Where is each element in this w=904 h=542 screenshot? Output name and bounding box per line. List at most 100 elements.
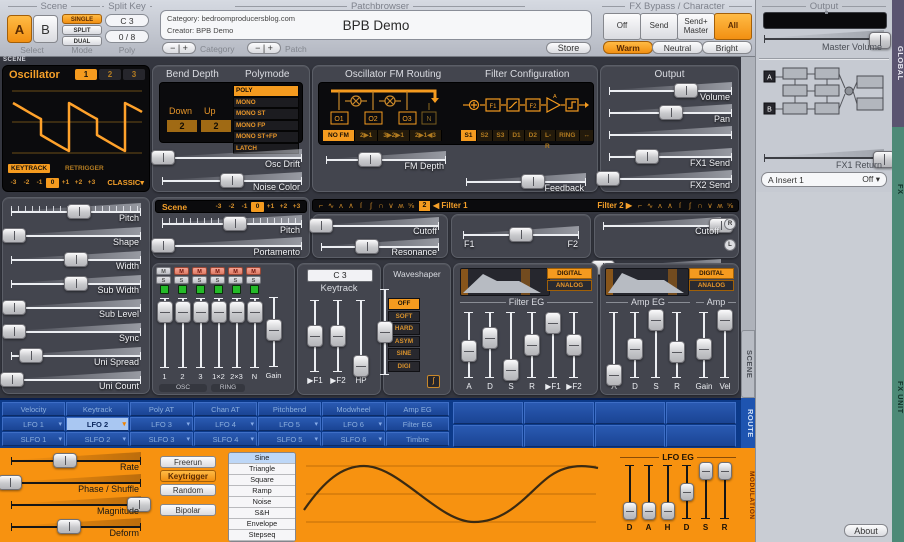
mod-source-cell[interactable]: Keytrack xyxy=(66,402,129,416)
edit-arrow-icon[interactable]: ▾ xyxy=(250,418,254,431)
slider-handle[interactable] xyxy=(717,462,732,480)
filter-type-icon[interactable]: ʍ xyxy=(715,199,725,212)
route-led[interactable] xyxy=(178,285,187,294)
mute-button[interactable]: M xyxy=(156,267,171,275)
lfo-eg-slider[interactable]: A xyxy=(641,462,656,532)
edit-arrow-icon[interactable]: ▾ xyxy=(122,418,126,431)
channel-level-slider[interactable] xyxy=(174,295,191,371)
filter-type-icon[interactable]: ⌐ xyxy=(635,199,645,212)
mod-source-cell[interactable]: Chan AT xyxy=(194,402,257,416)
slider-handle[interactable] xyxy=(698,462,713,480)
slider-handle[interactable] xyxy=(377,321,393,343)
slider-handle[interactable] xyxy=(355,239,380,254)
octave-cell[interactable]: -1 xyxy=(238,202,251,212)
edit-arrow-icon[interactable]: ▾ xyxy=(378,433,382,446)
slider-handle[interactable] xyxy=(0,475,23,490)
slider-handle[interactable] xyxy=(228,300,245,323)
solo-button[interactable]: S xyxy=(246,276,261,284)
param-slider[interactable]: Phase / Shuffle xyxy=(0,473,146,495)
eg-slider[interactable]: S xyxy=(502,309,520,391)
lfo-source-cell[interactable]: LFO 1 ▾ xyxy=(2,417,65,431)
lfo-source-cell[interactable]: Filter EG xyxy=(386,417,449,431)
channel-level-slider[interactable] xyxy=(192,295,209,371)
solo-button[interactable]: S xyxy=(156,276,171,284)
route-led[interactable] xyxy=(232,285,241,294)
lfo-shape-item[interactable]: Triangle xyxy=(229,464,295,475)
eg-slider[interactable]: ▶F2 xyxy=(565,309,583,391)
param-slider[interactable]: Resonance xyxy=(316,237,444,258)
mute-button[interactable]: M xyxy=(210,267,225,275)
slider-handle[interactable] xyxy=(223,216,247,231)
polymode-item[interactable]: MONO FP xyxy=(233,119,299,131)
mod-source-cell[interactable]: Amp EG xyxy=(386,402,449,416)
lfo-shape-item[interactable]: Noise xyxy=(229,497,295,508)
filter-type-icon[interactable]: ʃ xyxy=(685,199,695,212)
param-slider[interactable] xyxy=(604,125,737,147)
trigger-mode-button[interactable]: Random xyxy=(160,484,216,496)
param-slider[interactable]: FX2 Send xyxy=(595,169,737,191)
eg-slider[interactable]: A xyxy=(460,309,478,391)
param-slider[interactable]: Sub Level xyxy=(2,298,146,322)
category-prev-next-buttons[interactable]: − | + xyxy=(162,42,196,54)
eg-slider[interactable]: R xyxy=(668,309,686,391)
octave-cell[interactable]: -3 xyxy=(7,178,20,188)
slider-handle[interactable] xyxy=(210,300,227,323)
about-button[interactable]: About xyxy=(844,524,888,537)
slfo-source-cell[interactable]: SLFO 2 ▾ xyxy=(66,432,129,446)
slfo-source-cell[interactable]: Timbre xyxy=(386,432,449,446)
mute-button[interactable]: M xyxy=(192,267,207,275)
param-slider[interactable]: Noise Color xyxy=(157,171,307,194)
waveshaper-curve-icon[interactable]: ʃ xyxy=(427,375,440,388)
param-slider[interactable]: FX1 Send xyxy=(604,147,737,169)
filter-balance-slider[interactable] xyxy=(458,225,584,247)
polymode-item[interactable]: MONO ST+FP xyxy=(233,131,299,143)
mod-source-cell[interactable]: Pitchbend xyxy=(258,402,321,416)
slider-handle[interactable] xyxy=(595,171,620,186)
slider-handle[interactable] xyxy=(606,364,622,387)
slfo-source-cell[interactable]: SLFO 1 ▾ xyxy=(2,432,65,446)
octave-cell[interactable]: +2 xyxy=(72,178,85,188)
filter-config-button[interactable]: D1 xyxy=(508,130,526,141)
slider-handle[interactable] xyxy=(246,300,263,323)
filter-type-icon[interactable]: ⌐ xyxy=(316,199,326,212)
filter-type-icon[interactable]: ʍ xyxy=(396,199,406,212)
slider-handle[interactable] xyxy=(353,354,369,377)
param-slider[interactable]: Uni Spread xyxy=(6,346,146,370)
keytrack-slider[interactable]: ▶F2 xyxy=(329,297,347,385)
param-slider[interactable]: Cutoff xyxy=(309,216,444,237)
slider-handle[interactable] xyxy=(503,359,519,382)
slider-handle[interactable] xyxy=(174,300,191,323)
gain-slider[interactable] xyxy=(264,294,283,370)
fx-bypass-button[interactable]: Send xyxy=(640,13,678,40)
filter-type-icon[interactable]: ∧ xyxy=(346,199,356,212)
param-slider[interactable]: Rate xyxy=(6,451,146,473)
macro-slot[interactable] xyxy=(524,402,594,424)
macro-slot[interactable] xyxy=(666,402,736,424)
slider-handle[interactable] xyxy=(622,502,637,521)
amp-slider[interactable]: Vel xyxy=(716,308,734,391)
osc-type-select[interactable]: CLASSIC▾ xyxy=(107,178,144,187)
mod-source-cell[interactable]: Poly AT xyxy=(130,402,193,416)
eg-slider[interactable]: ▶F1 xyxy=(544,309,562,391)
lfo-shape-item[interactable]: Sine xyxy=(229,453,295,464)
patch-display[interactable]: Category: bedroomproducersblog.com Creat… xyxy=(160,10,592,40)
slider-handle[interactable] xyxy=(566,334,582,356)
filter-type-icon[interactable]: ∩ xyxy=(695,199,705,212)
param-slider[interactable]: Shape xyxy=(2,226,146,250)
slider-handle[interactable] xyxy=(2,300,27,315)
slider-handle[interactable] xyxy=(307,325,323,347)
edit-arrow-icon[interactable]: ▾ xyxy=(186,418,190,431)
slider-handle[interactable] xyxy=(52,453,77,468)
eg-mode-button[interactable]: DIGITAL xyxy=(689,268,734,279)
lfo-shape-item[interactable]: Ramp xyxy=(229,486,295,497)
oscillator-tab[interactable]: 3 xyxy=(123,69,145,80)
param-slider[interactable]: Sub Width xyxy=(6,274,146,298)
character-button[interactable]: Bright xyxy=(701,41,752,54)
edit-arrow-icon[interactable]: ▾ xyxy=(250,433,254,446)
filter-config-button[interactable]: S3 xyxy=(492,130,509,141)
eg-mode-button[interactable]: DIGITAL xyxy=(547,268,592,279)
lfo-source-cell[interactable]: LFO 6 ▾ xyxy=(322,417,385,431)
param-slider[interactable]: Sync xyxy=(2,322,146,346)
character-button[interactable]: Neutral xyxy=(652,41,703,54)
macro-slot[interactable] xyxy=(453,425,523,447)
